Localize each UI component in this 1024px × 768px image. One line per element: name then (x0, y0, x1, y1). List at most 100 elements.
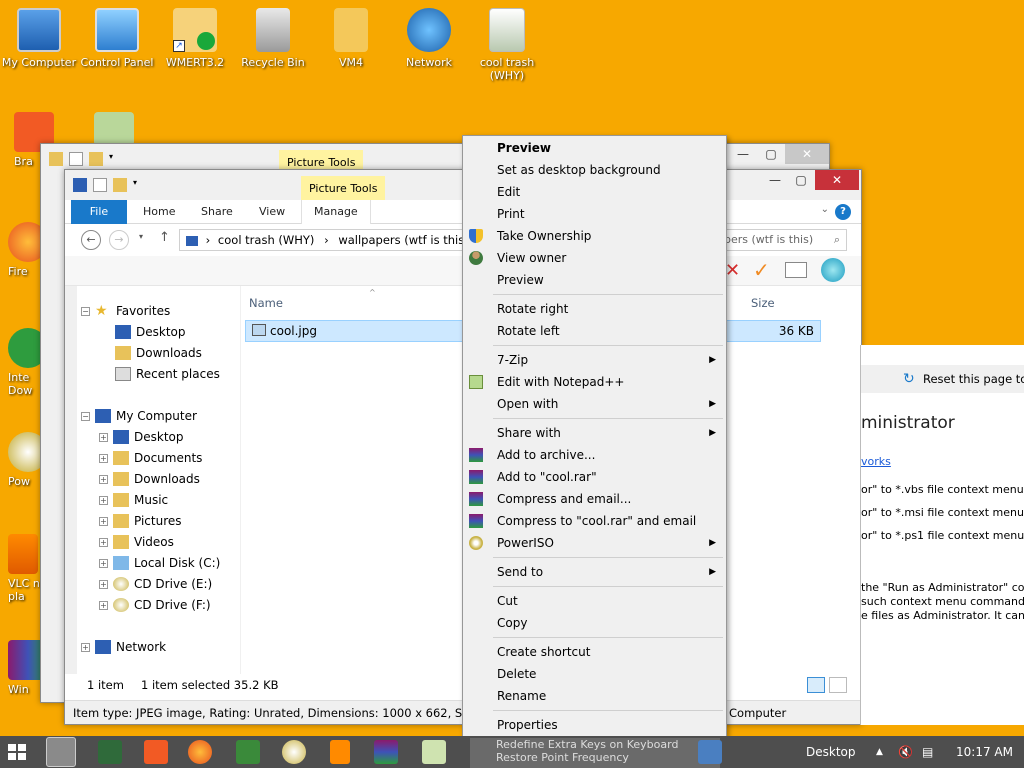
delete-x-icon[interactable]: ✕ (725, 260, 740, 281)
expand-icon[interactable]: + (99, 558, 108, 568)
reset-icon[interactable]: ↻ (903, 365, 915, 393)
recent-locations-icon[interactable]: ▾ (139, 232, 143, 241)
nav-fav-recent[interactable]: Recent places (115, 367, 220, 381)
menu-item-send-to[interactable]: Send to ▶ (463, 561, 726, 583)
desktop-icon-my-computer[interactable]: My Computer (0, 8, 78, 69)
nav-mc-music[interactable]: + Music (99, 493, 168, 507)
menu-item-delete[interactable]: Delete (463, 663, 726, 685)
minimize-button[interactable]: — (729, 144, 757, 164)
properties-icon[interactable] (69, 152, 83, 166)
maximize-button[interactable]: ▢ (787, 170, 815, 190)
desktop-icon-control-panel[interactable]: Control Panel (78, 8, 156, 69)
menu-item-rename[interactable]: Rename (463, 685, 726, 707)
menu-item-preview-default[interactable]: Preview (463, 137, 726, 159)
background-browser-window[interactable]: ↻ Reset this page to d ministrator vorks… (860, 345, 1024, 725)
help-icon[interactable]: ? (835, 204, 851, 220)
column-header-size[interactable]: Size (751, 296, 775, 310)
thumbnails-view-icon[interactable] (829, 677, 847, 693)
new-folder-icon[interactable] (89, 152, 103, 166)
checkmark-icon[interactable]: ✓ (753, 258, 770, 282)
expand-icon[interactable]: + (99, 474, 108, 484)
menu-item-view-owner[interactable]: View owner (463, 247, 726, 269)
nav-favorites[interactable]: − ★ Favorites (81, 304, 170, 318)
menu-item-rotate-left[interactable]: Rotate left (463, 320, 726, 342)
desktop-icon-network[interactable]: Network (390, 8, 468, 69)
nav-scrollbar[interactable] (65, 286, 77, 694)
nav-network[interactable]: + Network (81, 640, 166, 654)
reset-link[interactable]: Reset this page to d (923, 365, 1024, 393)
shell-icon[interactable] (821, 258, 845, 282)
taskbar-vlc-icon[interactable] (330, 740, 350, 764)
search-icon[interactable]: ⌕ (834, 230, 840, 250)
menu-item-open-with[interactable]: Open with ▶ (463, 393, 726, 415)
breadcrumb-cool-trash[interactable]: cool trash (WHY) (218, 233, 314, 247)
menu-item-poweriso[interactable]: PowerISO ▶ (463, 532, 726, 554)
nav-mc-cd-f[interactable]: + CD Drive (F:) (99, 598, 211, 612)
taskbar-firefox-icon[interactable] (188, 740, 212, 764)
menu-item-print[interactable]: Print (463, 203, 726, 225)
desktop-icon-notepad[interactable] (94, 112, 134, 146)
tab-file[interactable]: File (71, 200, 127, 224)
desktop-icon-cool-trash[interactable]: cool trash (WHY) (468, 8, 546, 82)
taskbar-app-icon[interactable] (236, 740, 260, 764)
menu-item-edit[interactable]: Edit (463, 181, 726, 203)
menu-item-create-shortcut[interactable]: Create shortcut (463, 641, 726, 663)
collapse-icon[interactable]: − (81, 411, 90, 421)
start-button[interactable] (8, 744, 26, 760)
taskbar-settings-icon[interactable] (698, 740, 722, 764)
menu-item-7zip[interactable]: 7-Zip ▶ (463, 349, 726, 371)
expand-icon[interactable]: + (99, 516, 108, 526)
expand-icon[interactable]: + (99, 432, 108, 442)
expand-icon[interactable]: + (99, 453, 108, 463)
network-tray-icon[interactable]: ▤ (922, 736, 933, 768)
close-button[interactable]: ✕ (785, 144, 829, 164)
menu-item-compress-to-cool-rar-email[interactable]: Compress to "cool.rar" and email (463, 510, 726, 532)
menu-item-edit-notepadpp[interactable]: Edit with Notepad++ (463, 371, 726, 393)
menu-item-copy[interactable]: Copy (463, 612, 726, 634)
expand-icon[interactable]: + (99, 537, 108, 547)
menu-item-take-ownership[interactable]: Take Ownership (463, 225, 726, 247)
expand-icon[interactable]: + (99, 495, 108, 505)
tab-manage[interactable]: Manage (301, 200, 371, 224)
nav-fav-desktop[interactable]: Desktop (115, 325, 186, 339)
column-header-name[interactable]: Name (249, 296, 283, 310)
nav-mc-desktop[interactable]: + Desktop (99, 430, 184, 444)
details-view-icon[interactable] (807, 677, 825, 693)
maximize-button[interactable]: ▢ (757, 144, 785, 164)
taskbar-winrar-icon[interactable] (374, 740, 398, 764)
nav-mc-local-disk[interactable]: + Local Disk (C:) (99, 556, 220, 570)
menu-item-rotate-right[interactable]: Rotate right (463, 298, 726, 320)
address-bar[interactable]: › cool trash (WHY) › wallpapers (wtf is … (179, 229, 469, 251)
close-button[interactable]: ✕ (815, 170, 859, 190)
new-folder-icon[interactable] (113, 178, 127, 192)
desktop-icon-recycle-bin[interactable]: Recycle Bin (234, 8, 312, 69)
taskbar-disc-icon[interactable] (282, 740, 306, 764)
search-input[interactable]: pers (wtf is this) ⌕ (719, 229, 847, 251)
tray-chevron-icon[interactable]: ▲ (876, 736, 883, 768)
tab-share[interactable]: Share (189, 200, 245, 224)
breadcrumb-wallpapers[interactable]: wallpapers (wtf is this) (338, 233, 468, 247)
nav-mc-pictures[interactable]: + Pictures (99, 514, 182, 528)
properties-icon[interactable] (93, 178, 107, 192)
volume-muted-icon[interactable]: 🔇 (898, 736, 913, 768)
menu-item-add-to-archive[interactable]: Add to archive... (463, 444, 726, 466)
taskbar-explorer-icon[interactable] (46, 737, 76, 767)
expand-icon[interactable]: + (99, 600, 108, 610)
nav-mc-documents[interactable]: + Documents (99, 451, 202, 465)
id-card-icon[interactable] (785, 262, 807, 278)
collapse-icon[interactable]: − (81, 306, 90, 316)
show-desktop-label[interactable]: Desktop (806, 736, 856, 768)
menu-item-set-desktop-background[interactable]: Set as desktop background (463, 159, 726, 181)
forward-button[interactable]: → (109, 230, 129, 250)
clock[interactable]: 10:17 AM (956, 736, 1013, 768)
menu-item-compress-and-email[interactable]: Compress and email... (463, 488, 726, 510)
tab-home[interactable]: Home (131, 200, 187, 224)
tab-view[interactable]: View (247, 200, 297, 224)
expand-icon[interactable]: + (99, 579, 108, 589)
nav-mc-downloads[interactable]: + Downloads (99, 472, 200, 486)
taskbar-monitor-icon[interactable] (98, 740, 122, 764)
page-link[interactable]: vorks (861, 455, 891, 468)
expand-icon[interactable]: + (81, 642, 90, 652)
minimize-button[interactable]: — (761, 170, 789, 190)
menu-item-properties[interactable]: Properties (463, 714, 726, 736)
